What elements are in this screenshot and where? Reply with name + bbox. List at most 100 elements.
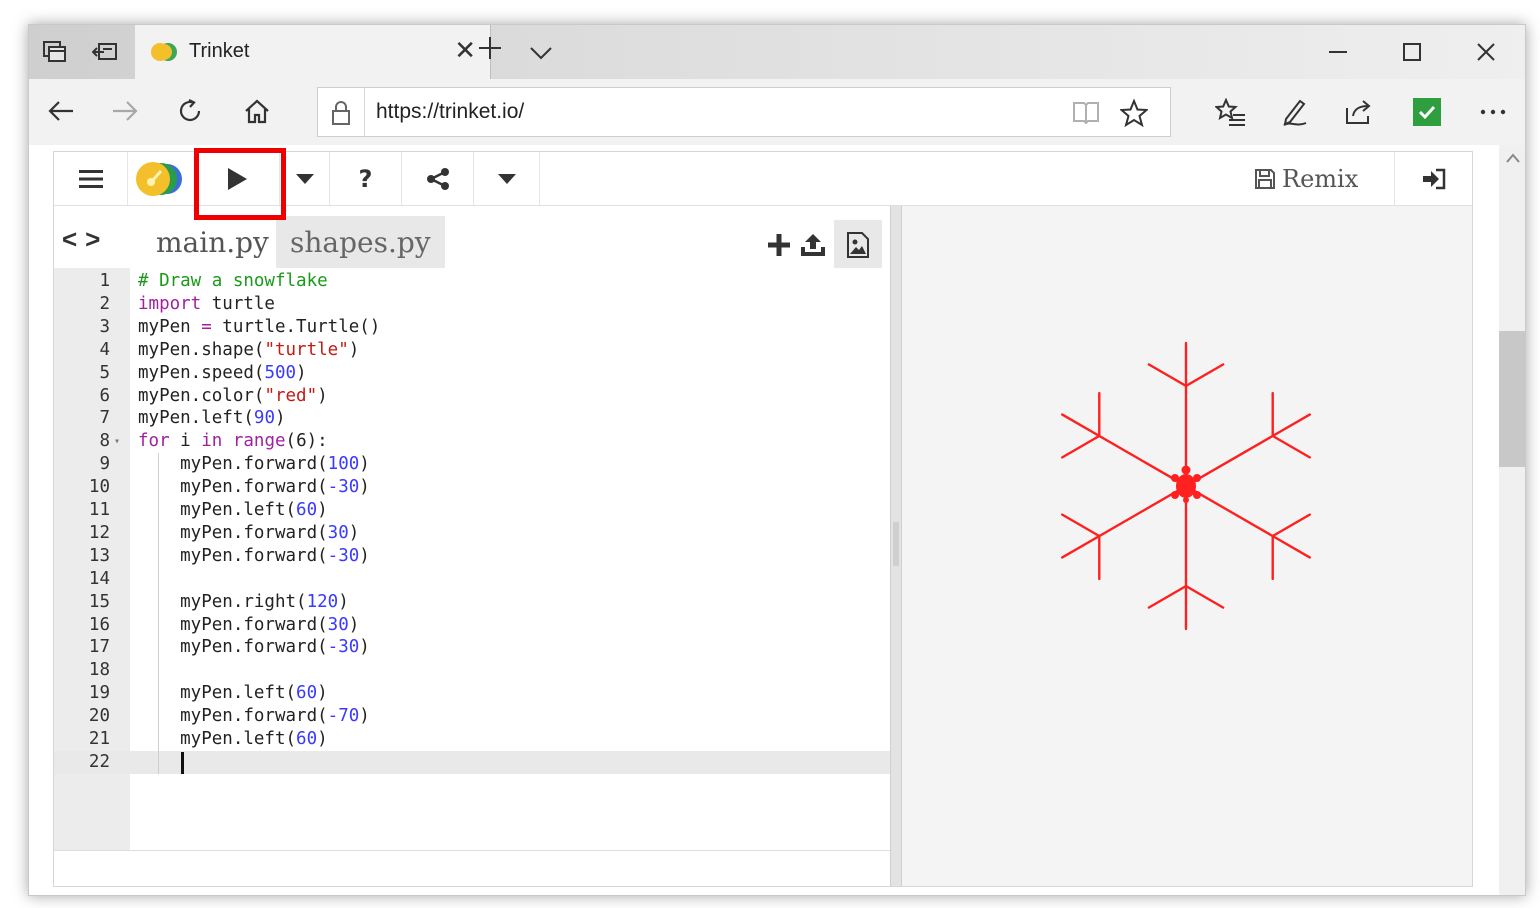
code-line[interactable]: 10 myPen.forward(-30) (54, 476, 890, 499)
code-line[interactable]: 15 myPen.right(120) (54, 591, 890, 614)
home-icon[interactable] (237, 93, 277, 129)
add-file-icon[interactable] (762, 228, 796, 262)
tab-title: Trinket (189, 40, 250, 62)
code-line[interactable]: 19 myPen.left(60) (54, 682, 890, 705)
code-line[interactable]: 18 (54, 659, 890, 682)
code-text: myPen = turtle.Turtle() (138, 316, 380, 339)
scroll-thumb[interactable] (1499, 331, 1525, 467)
close-window-icon[interactable] (1451, 33, 1521, 71)
tab-back-icon[interactable] (91, 39, 119, 65)
trinket-toolbar: ? Remix (54, 152, 1472, 206)
address-bar[interactable]: https://trinket.io/ (317, 87, 1171, 137)
run-options-dropdown[interactable] (280, 152, 330, 205)
forward-arrow-icon[interactable] (105, 93, 145, 129)
code-token: ) (296, 362, 307, 383)
code-line[interactable]: 14 (54, 568, 890, 591)
line-number: 3 (99, 316, 110, 337)
code-area[interactable]: 1 # Draw a snowflake 2 import turtle 3 myPen … (54, 268, 890, 850)
share-nodes-icon[interactable] (402, 152, 474, 205)
code-token: ) (274, 408, 286, 429)
snowflake-stroke (1271, 413, 1311, 438)
file-tab-shapes[interactable]: shapes.py (276, 216, 445, 268)
run-button[interactable] (194, 152, 280, 205)
code-line[interactable]: 2 import turtle (54, 293, 890, 316)
page-scrollbar[interactable] (1499, 145, 1525, 895)
code-token: myPen.left( (138, 408, 254, 429)
code-token: myPen.left( (138, 500, 297, 520)
code-token: import (138, 293, 202, 314)
snowflake-stroke (1184, 363, 1225, 387)
extension-check-icon[interactable] (1407, 93, 1447, 131)
tab-list-icon[interactable] (529, 35, 553, 67)
play-icon (227, 167, 247, 190)
share-dropdown[interactable] (474, 152, 540, 205)
code-line[interactable]: 3 myPen = turtle.Turtle() (54, 316, 890, 339)
code-line[interactable]: 22 (54, 751, 890, 774)
code-line[interactable]: 21 myPen.left(60) (54, 728, 890, 751)
page-content: ? Remix <> main.py shapes.py 1 # Draw a … (29, 145, 1499, 895)
scroll-up-icon[interactable] (1505, 151, 1521, 163)
code-text: myPen.right(120) (138, 591, 349, 614)
image-icon[interactable] (834, 220, 882, 270)
code-token: myPen.left( (138, 729, 297, 749)
remix-button[interactable]: Remix (1254, 152, 1358, 205)
lock-icon[interactable] (330, 100, 352, 126)
code-line[interactable]: 11 myPen.left(60) (54, 499, 890, 522)
code-token: myPen (138, 316, 202, 337)
code-token: # Draw a snowflake (138, 271, 328, 291)
more-icon[interactable] (1473, 93, 1513, 131)
code-text: myPen.forward(30) (138, 522, 359, 545)
code-line[interactable]: 20 myPen.forward(-70) (54, 705, 890, 728)
code-line[interactable]: 4 myPen.shape("turtle") (54, 339, 890, 362)
reader-view-icon[interactable] (1072, 100, 1100, 126)
line-number: 16 (88, 614, 110, 635)
code-token: in (201, 431, 223, 452)
code-token: ) (359, 637, 370, 658)
back-arrow-icon[interactable] (41, 93, 81, 129)
favorites-list-icon[interactable] (1211, 93, 1251, 131)
code-line[interactable]: 7 myPen.left(90) (54, 407, 890, 430)
browser-tab-trinket[interactable]: Trinket ✕ (135, 25, 491, 79)
code-token: turtle.Turtle() (211, 316, 381, 337)
code-line[interactable]: 13 myPen.forward(-30) (54, 545, 890, 568)
tab-actions-icon[interactable] (41, 39, 69, 65)
address-url[interactable]: https://trinket.io/ (376, 100, 524, 124)
code-line[interactable]: 1 # Draw a snowflake (54, 270, 890, 293)
code-line[interactable]: 16 myPen.forward(30) (54, 614, 890, 637)
menu-icon[interactable] (54, 152, 128, 205)
code-line[interactable]: 5 myPen.speed(500) (54, 362, 890, 385)
minimize-icon[interactable] (1303, 33, 1373, 71)
line-number: 5 (99, 362, 110, 383)
snowflake-stroke (1271, 513, 1311, 538)
refresh-icon[interactable] (171, 93, 211, 129)
code-line[interactable]: 17 myPen.forward(-30) (54, 636, 890, 659)
code-text: myPen.forward(-30) (138, 476, 370, 499)
upload-icon[interactable] (796, 228, 830, 262)
code-token: myPen.left( (138, 683, 297, 704)
fold-toggle-icon[interactable]: ▾ (114, 430, 120, 453)
code-line[interactable]: 6 myPen.color("red") (54, 385, 890, 408)
maximize-icon[interactable] (1377, 33, 1447, 71)
file-tab-main[interactable]: main.py (142, 216, 283, 268)
favorite-star-icon[interactable] (1118, 98, 1150, 128)
share-icon[interactable] (1339, 93, 1379, 131)
code-line[interactable]: 12 myPen.forward(30) (54, 522, 890, 545)
code-line[interactable]: 8 ▾ for i in range(6): (54, 430, 890, 453)
dropdown-caret-icon (497, 173, 516, 184)
help-icon[interactable]: ? (330, 152, 402, 205)
close-tab-icon[interactable]: ✕ (454, 37, 476, 63)
code-text: myPen.forward(-70) (138, 705, 370, 728)
code-token: i (169, 431, 202, 452)
new-tab-icon[interactable] (477, 35, 503, 68)
pane-splitter[interactable] (890, 206, 902, 886)
file-nav-arrows[interactable]: <> (62, 224, 108, 255)
splitter-grip[interactable] (893, 522, 899, 566)
code-token: 120 (306, 591, 339, 612)
code-token: myPen.forward( (138, 522, 328, 543)
code-line[interactable]: 9 myPen.forward(100) (54, 453, 890, 476)
text-cursor (181, 751, 184, 774)
pen-icon[interactable] (1275, 93, 1315, 131)
trinket-logo-icon[interactable] (128, 152, 194, 205)
line-number: 8 (99, 431, 110, 452)
login-icon[interactable] (1394, 152, 1472, 205)
